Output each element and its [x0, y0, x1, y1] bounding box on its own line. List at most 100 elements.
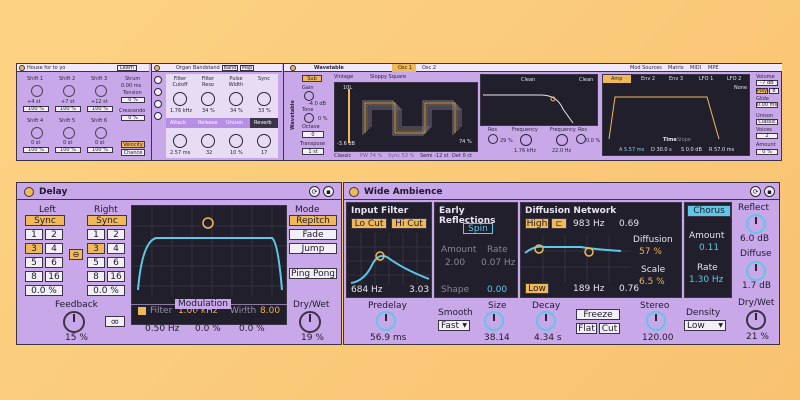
organ-band-button[interactable]: Band [222, 65, 238, 71]
feedback-knob[interactable] [63, 311, 85, 333]
wave-classic[interactable]: Classic [334, 153, 351, 159]
mod-time-value[interactable]: 0.0 % [239, 324, 265, 334]
er-shape-value[interactable]: 0.00 [487, 285, 507, 295]
left-div-6[interactable]: 6 [45, 257, 63, 268]
low-button[interactable]: Low [525, 283, 549, 294]
left-div-5[interactable]: 5 [25, 257, 43, 268]
size-knob[interactable] [484, 311, 504, 331]
organ-side-btn-2[interactable] [154, 88, 162, 96]
ambience-hotswap-icon[interactable]: ⟳ [750, 186, 761, 197]
tension-field[interactable]: 0 % [121, 97, 145, 103]
right-div-16[interactable]: 16 [107, 271, 125, 282]
delay-drywet-knob[interactable] [299, 311, 321, 333]
left-div-2[interactable]: 2 [45, 229, 63, 240]
shift3-knob[interactable] [95, 85, 107, 97]
high-shelf-icon[interactable]: ⊏ [551, 218, 567, 229]
mod-filter-value[interactable]: 0.0 % [195, 324, 221, 334]
glide-field[interactable]: 0.00 ms [756, 102, 778, 108]
filter-res-knob[interactable] [488, 134, 498, 144]
macro-tab-reverb[interactable]: Reverb [254, 120, 272, 126]
macro-knob-3[interactable] [229, 92, 243, 106]
organ-side-btn-4[interactable] [154, 112, 162, 120]
input-filter-freq[interactable]: 684 Hz [351, 285, 383, 295]
right-div-5[interactable]: 5 [87, 257, 105, 268]
left-div-1[interactable]: 1 [25, 229, 43, 240]
shift6-pct[interactable]: 100 % [87, 147, 113, 153]
predelay-knob[interactable] [376, 311, 396, 331]
shift6-knob[interactable] [95, 127, 107, 139]
env-tab-lfo2[interactable]: LFO 2 [727, 76, 741, 82]
env-tab-env3[interactable]: Env 3 [669, 76, 683, 82]
macro-knob-1[interactable] [173, 92, 187, 106]
chorus-button[interactable]: Chorus [687, 205, 731, 217]
filter2-type[interactable]: Clean [579, 77, 593, 83]
mod-source-none[interactable]: None [734, 85, 747, 91]
macro-tab-attack[interactable]: Attack [170, 120, 186, 126]
diffuse-knob[interactable] [746, 261, 766, 281]
left-sync-button[interactable]: Sync [25, 215, 65, 226]
locut-button[interactable]: Lo Cut [351, 218, 387, 229]
input-filter-q[interactable]: 3.03 [409, 285, 429, 295]
organ-side-btn-3[interactable] [154, 100, 162, 108]
scale-value[interactable]: 6.5 % [639, 277, 665, 287]
shift5-pct[interactable]: 100 % [55, 147, 81, 153]
filter-freq-knob[interactable] [520, 134, 532, 146]
unison-mode[interactable]: Classic [756, 119, 778, 125]
decay-knob[interactable] [536, 311, 556, 331]
right-offset-field[interactable]: 0.0 % [87, 285, 125, 296]
left-div-4[interactable]: 4 [45, 243, 63, 254]
organ-side-btn-1[interactable] [154, 76, 162, 84]
wavetable-power-button[interactable] [290, 65, 296, 71]
mod-tab-2[interactable]: Matrix [668, 65, 684, 71]
velocity-button[interactable]: Velocity [121, 141, 145, 148]
amount-field[interactable]: 0 % [756, 149, 778, 155]
voices-field[interactable]: 2 [756, 133, 778, 139]
fade-button[interactable]: Fade [289, 229, 337, 240]
repitch-button[interactable]: Repitch [289, 215, 337, 226]
right-div-1[interactable]: 1 [87, 229, 105, 240]
high-q-value[interactable]: 0.69 [619, 219, 639, 229]
chance-button[interactable]: Chance [121, 149, 145, 156]
wave-name[interactable]: Sloppy Square [370, 74, 406, 80]
filter-enable-toggle[interactable] [138, 307, 146, 315]
er-rate-value[interactable]: 0.07 Hz [481, 258, 515, 268]
left-div-3[interactable]: 3 [25, 243, 43, 254]
shift3-pct[interactable]: 100 % [87, 106, 113, 112]
shift1-knob[interactable] [31, 85, 43, 97]
link-toggle[interactable]: ⊖ [69, 249, 83, 260]
low-freq-value[interactable]: 189 Hz [573, 284, 605, 294]
macro-knob-4[interactable] [257, 92, 271, 106]
env-tab-env2[interactable]: Env 2 [641, 76, 655, 82]
macro-knob-2[interactable] [201, 92, 215, 106]
ambience-save-icon[interactable]: ▪ [764, 186, 775, 197]
high-freq-value[interactable]: 983 Hz [573, 219, 605, 229]
mod-rate-value[interactable]: 0.50 Hz [145, 324, 179, 334]
env-tab-lfo1[interactable]: LFO 1 [699, 76, 713, 82]
sub-button[interactable]: Sub [302, 75, 322, 82]
shift2-knob[interactable] [63, 85, 75, 97]
diffusion-value[interactable]: 57 % [639, 247, 662, 257]
delay-save-icon[interactable]: ▪ [323, 186, 334, 197]
ambience-drywet-knob[interactable] [746, 310, 766, 330]
hicut-button[interactable]: Hi Cut [391, 218, 427, 229]
osc2-tab-label[interactable]: Osc 2 [422, 65, 436, 71]
macro-tab-unison[interactable]: Unison [226, 120, 243, 126]
chorus-amount-value[interactable]: 0.11 [699, 243, 719, 253]
poly-voices-field[interactable]: 8 [769, 88, 779, 94]
mod-tab-4[interactable]: MPE [708, 65, 719, 71]
chorus-rate-value[interactable]: 1.30 Hz [689, 275, 723, 285]
ambience-power-button[interactable] [349, 187, 359, 197]
crescendo-field[interactable]: 0 % [121, 115, 145, 121]
filter2-freq-knob[interactable] [556, 134, 568, 146]
er-amount-value[interactable]: 2.00 [445, 258, 465, 268]
organ-map-button[interactable]: Map [240, 65, 254, 71]
reflect-knob[interactable] [746, 214, 766, 234]
cut-button[interactable]: Cut [599, 323, 620, 334]
right-div-6[interactable]: 6 [107, 257, 125, 268]
macro-knob-6[interactable] [201, 134, 215, 148]
mod-tab-3[interactable]: MIDI [690, 65, 701, 71]
poly-button[interactable]: Poly [756, 88, 768, 94]
low-q-value[interactable]: 0.76 [619, 284, 639, 294]
macro-tab-release[interactable]: Release [198, 120, 218, 126]
density-dropdown[interactable]: Low ▼ [684, 320, 726, 331]
